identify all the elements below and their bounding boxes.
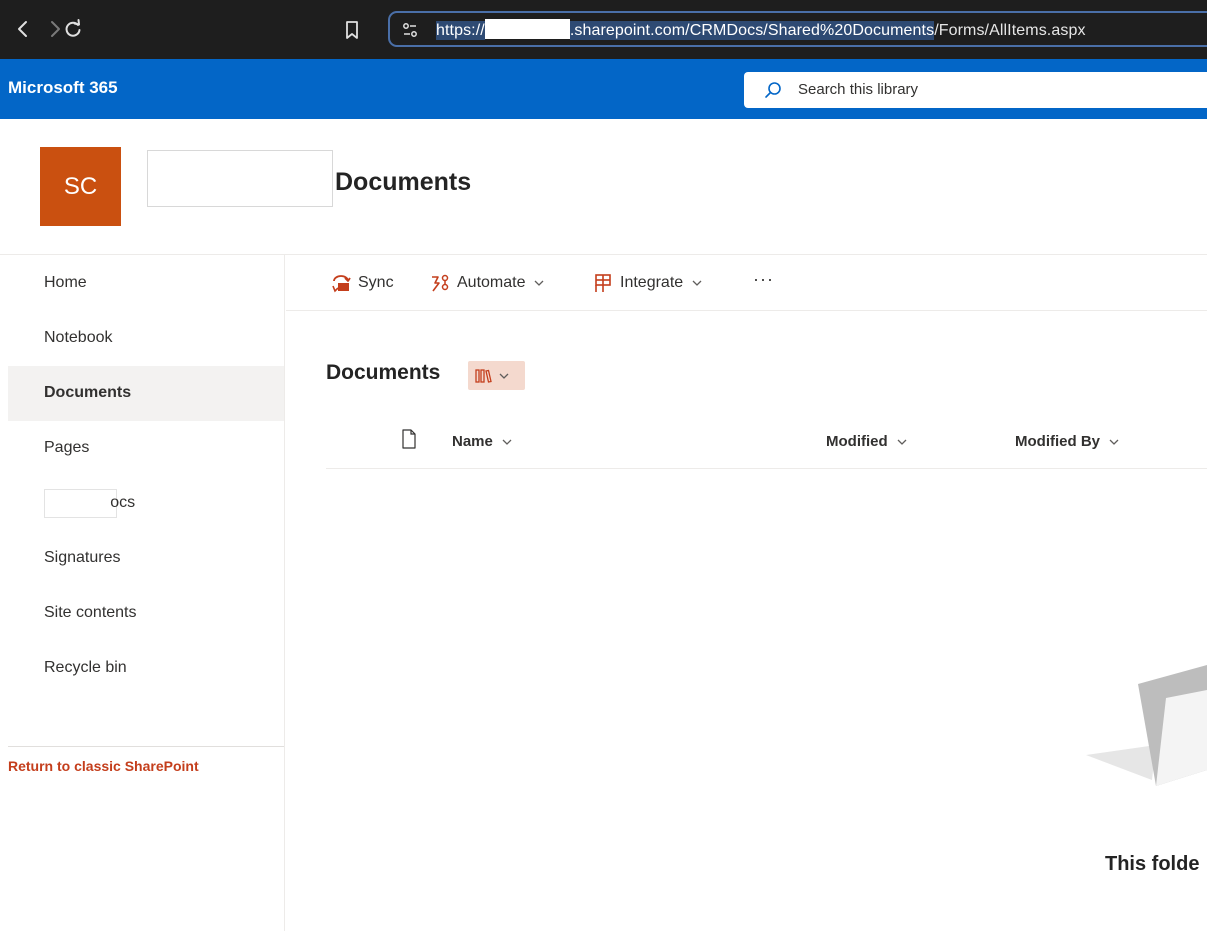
chevron-down-icon [499, 373, 509, 379]
nav-item-label: Site contents [44, 604, 137, 621]
bookmark-icon[interactable] [342, 18, 362, 42]
url-text: https:// .sharepoint.com/CRMDocs/Shared%2… [436, 19, 1086, 40]
nav-item-docs[interactable]: ocs [8, 476, 284, 531]
column-name[interactable]: Name [452, 433, 513, 450]
site-name-redacted [147, 150, 333, 207]
column-modified-by-label: Modified By [1015, 433, 1100, 450]
nav-item-site-contents[interactable]: Site contents [8, 586, 284, 641]
nav-item-label: Recycle bin [44, 659, 127, 676]
url-redacted-block [484, 19, 570, 39]
nav-item-label: Pages [44, 439, 90, 456]
nav-item-label: ocs [107, 494, 136, 511]
empty-folder-illustration [1086, 665, 1207, 786]
integrate-label: Integrate [620, 274, 684, 291]
sync-icon [332, 275, 351, 293]
automate-label: Automate [457, 274, 526, 291]
automate-button[interactable]: Automate [429, 271, 545, 295]
view-options-button[interactable] [468, 361, 525, 390]
app-title[interactable]: Microsoft 365 [8, 78, 118, 98]
search-icon [764, 81, 782, 99]
empty-folder-message: This folde [1105, 853, 1200, 875]
column-header-row: Name Modified Modified By [326, 415, 1207, 469]
library-icon [475, 368, 492, 383]
url-domain: .sharepoint.com/CRMDocs/Shared%20Documen… [569, 21, 935, 40]
sync-label: Sync [358, 274, 394, 291]
command-bar: Sync Automate Integrate ··· [286, 255, 1207, 311]
nav-item-recycle-bin[interactable]: Recycle bin [8, 641, 284, 696]
search-input[interactable]: Search this library [744, 72, 1207, 108]
nav-item-documents[interactable]: Documents [8, 366, 284, 421]
search-placeholder: Search this library [798, 81, 919, 98]
column-name-label: Name [452, 433, 493, 450]
nav-divider [8, 746, 284, 747]
nav-item-notebook[interactable]: Notebook [8, 311, 284, 366]
nav-item-label: Signatures [44, 549, 121, 566]
site-logo[interactable]: SC [40, 147, 121, 226]
library-title: Documents [326, 361, 441, 384]
nav-item-pages[interactable]: Pages [8, 421, 284, 476]
nav-item-signatures[interactable]: Signatures [8, 531, 284, 586]
chevron-down-icon [1109, 439, 1119, 445]
sync-button[interactable]: Sync [330, 271, 394, 295]
nav-item-label: Documents [44, 384, 132, 401]
integrate-icon [595, 274, 611, 292]
chevron-down-icon [535, 280, 544, 286]
address-bar[interactable]: https:// .sharepoint.com/CRMDocs/Shared%2… [388, 11, 1207, 47]
site-logo-initials: SC [63, 172, 98, 200]
nav-item-label: Notebook [44, 329, 113, 346]
chevron-down-icon [897, 439, 907, 445]
more-options-button[interactable]: ··· [753, 269, 774, 290]
site-info-icon[interactable] [400, 20, 420, 40]
file-type-icon[interactable] [401, 429, 417, 449]
reload-icon[interactable] [58, 14, 88, 44]
left-navigation: Home Notebook Documents Pages ocs Signat… [0, 255, 285, 931]
back-icon[interactable] [8, 14, 38, 44]
column-modified-label: Modified [826, 433, 888, 450]
nav-item-label: Home [44, 274, 87, 291]
browser-toolbar: https:// .sharepoint.com/CRMDocs/Shared%2… [0, 0, 1207, 59]
return-to-classic-link[interactable]: Return to classic SharePoint [8, 758, 199, 774]
column-modified-by[interactable]: Modified By [1015, 433, 1120, 450]
column-modified[interactable]: Modified [826, 433, 908, 450]
automate-icon [432, 274, 449, 292]
chevron-down-icon [502, 439, 512, 445]
suite-bar: Microsoft 365 Search this library [0, 59, 1207, 119]
integrate-button[interactable]: Integrate [592, 271, 703, 295]
nav-item-home[interactable]: Home [8, 256, 284, 311]
url-prefix: https:// [436, 21, 485, 40]
url-rest: /Forms/AllItems.aspx [934, 22, 1086, 39]
chevron-down-icon [692, 280, 702, 286]
page-title: Documents [335, 168, 472, 196]
